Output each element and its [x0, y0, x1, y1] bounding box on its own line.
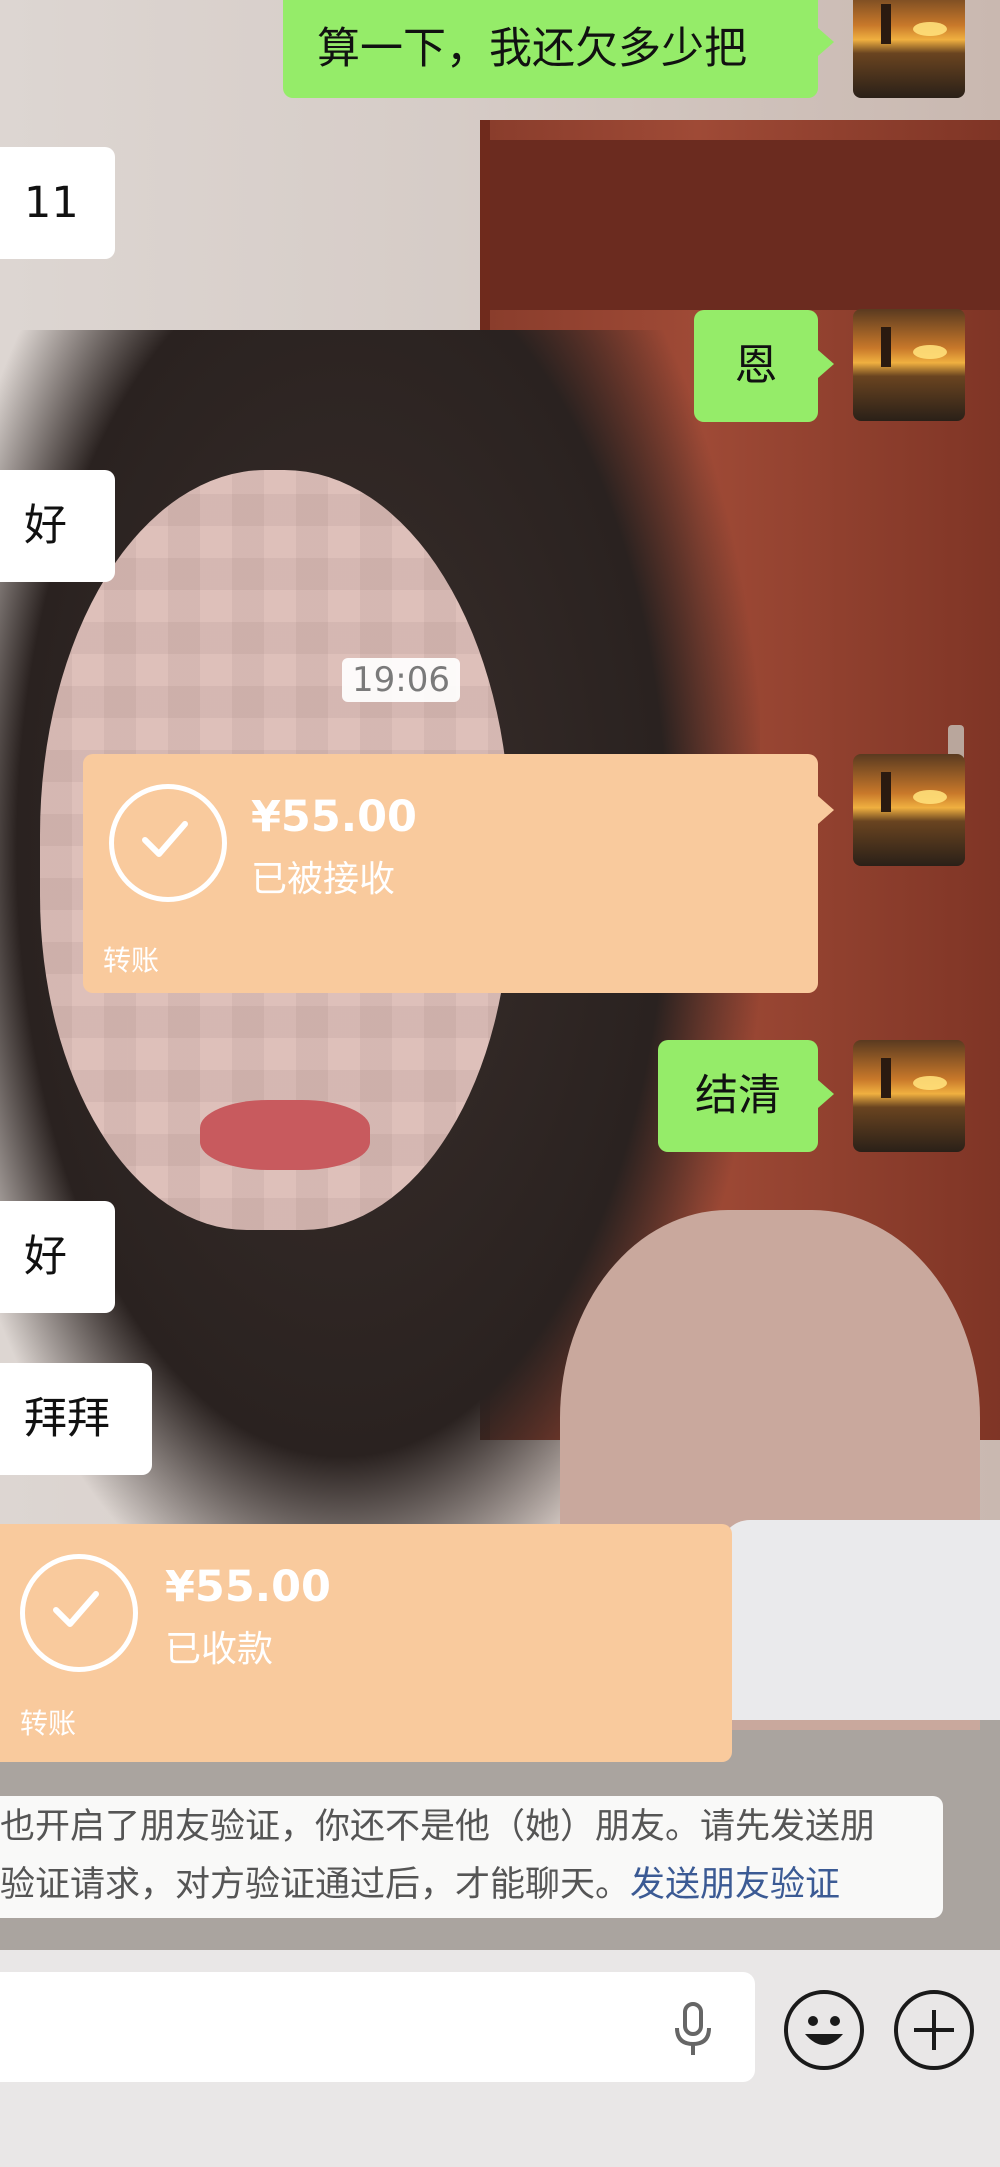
message-text: 好: [24, 1231, 67, 1282]
transfer-card-sent[interactable]: ¥55.00 已被接收 转账: [83, 754, 818, 993]
transfer-status: 已被接收: [251, 859, 396, 900]
message-bubble-in[interactable]: 拜拜: [0, 1363, 152, 1475]
message-bubble-in[interactable]: 好: [0, 470, 115, 582]
transfer-card-received[interactable]: ¥55.00 已收款 转账: [0, 1524, 732, 1762]
message-bubble-out[interactable]: 算一下，我还欠多少把: [283, 0, 818, 98]
check-circle-icon: [20, 1554, 138, 1672]
my-avatar[interactable]: [853, 1040, 965, 1152]
notice-text: 验证请求，对方验证通过后，才能聊天。: [0, 1865, 631, 1905]
message-bubble-in[interactable]: 好: [0, 1201, 115, 1313]
message-text: 算一下，我还欠多少把: [317, 23, 747, 74]
microphone-icon[interactable]: [668, 2002, 718, 2058]
bubble-tail: [818, 350, 834, 378]
transfer-tag: 转账: [103, 944, 160, 977]
chat-view: 算一下，我还欠多少把 11 恩 好 19:06 ¥55.00 已被接收 转账 结…: [0, 0, 1000, 2167]
message-text: 恩: [734, 340, 778, 391]
transfer-amount: ¥55.00: [251, 792, 417, 842]
message-bubble-in[interactable]: 11: [0, 147, 115, 259]
bubble-tail: [818, 28, 834, 56]
input-bar: [0, 1950, 1000, 2167]
notice-line-1: 也开启了朋友验证，你还不是他（她）朋友。请先发送朋: [0, 1807, 876, 1847]
message-text: 好: [24, 500, 67, 551]
message-text: 拜拜: [24, 1393, 110, 1444]
message-bubble-out[interactable]: 结清: [658, 1040, 818, 1152]
transfer-amount: ¥55.00: [165, 1562, 331, 1612]
friend-verification-notice: 也开启了朋友验证，你还不是他（她）朋友。请先发送朋 验证请求，对方验证通过后，才…: [0, 1796, 943, 1918]
plus-circle-icon[interactable]: [894, 1990, 974, 2070]
emoji-smile-icon[interactable]: [784, 1990, 864, 2070]
notice-line-2: 验证请求，对方验证通过后，才能聊天。发送朋友验证: [0, 1856, 840, 1914]
message-text: 11: [24, 177, 79, 228]
send-verification-link[interactable]: 发送朋友验证: [630, 1865, 840, 1905]
message-text: 结清: [695, 1070, 781, 1121]
my-avatar[interactable]: [853, 0, 965, 98]
bubble-tail: [818, 1080, 834, 1108]
message-bubble-out[interactable]: 恩: [694, 310, 818, 422]
message-input[interactable]: [0, 1972, 755, 2082]
check-circle-icon: [109, 784, 227, 902]
timestamp-label: 19:06: [342, 658, 460, 702]
transfer-tag: 转账: [20, 1707, 77, 1740]
my-avatar[interactable]: [853, 309, 965, 421]
my-avatar[interactable]: [853, 754, 965, 866]
bubble-tail: [818, 796, 834, 824]
transfer-status: 已收款: [165, 1629, 274, 1670]
